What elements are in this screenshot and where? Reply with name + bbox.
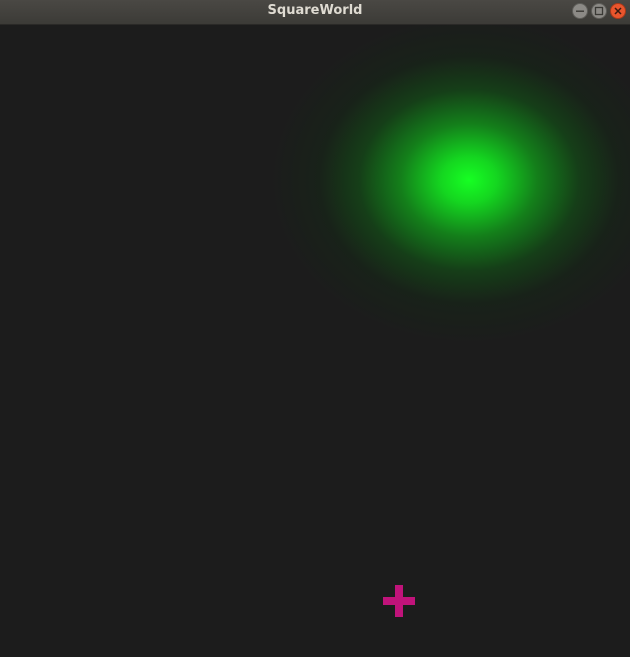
game-canvas[interactable] [0, 25, 630, 657]
close-icon [614, 7, 622, 15]
player-cross [383, 585, 415, 617]
close-button[interactable] [610, 3, 626, 19]
title-bar[interactable]: SquareWorld [0, 0, 630, 25]
minimize-icon [576, 10, 584, 12]
player-cross-vertical [395, 585, 403, 617]
maximize-button[interactable] [591, 3, 607, 19]
maximize-icon [594, 6, 604, 16]
app-window: SquareWorld [0, 0, 630, 657]
green-glow-target [269, 25, 630, 355]
window-title: SquareWorld [267, 3, 363, 18]
minimize-button[interactable] [572, 3, 588, 19]
